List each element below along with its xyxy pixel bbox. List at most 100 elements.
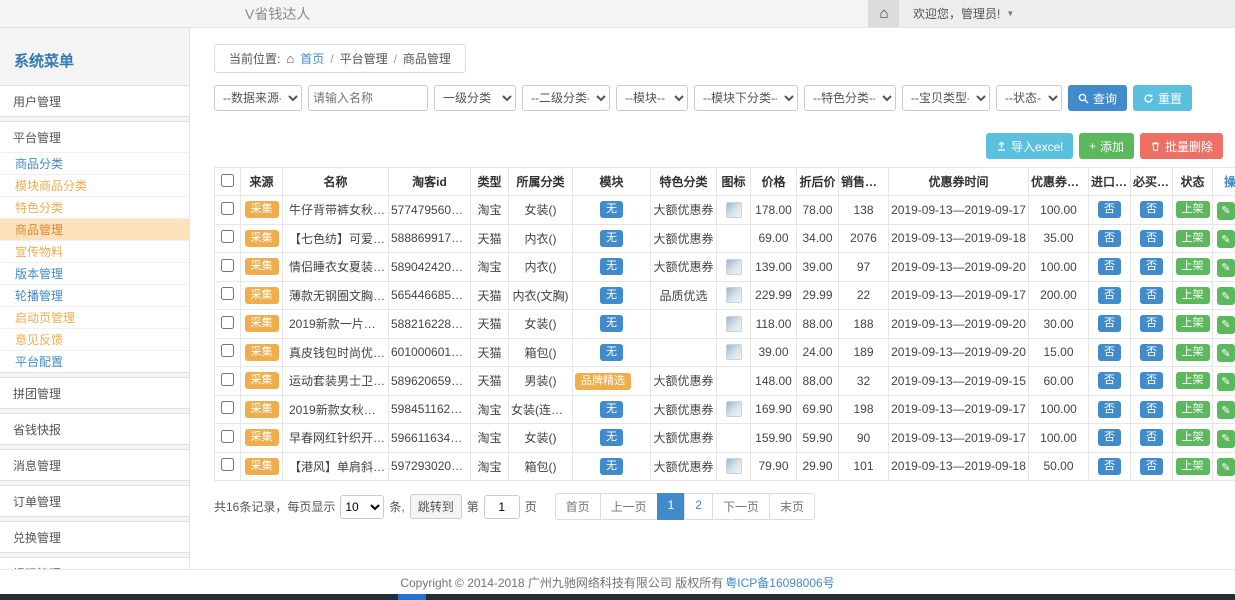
jump-button[interactable]: 跳转到 (410, 494, 462, 519)
module-badge[interactable]: 品牌精选 (575, 373, 631, 390)
module-badge[interactable]: 无 (600, 344, 623, 361)
sidebar-subitem-启动页管理[interactable]: 启动页管理 (0, 306, 189, 328)
sidebar-subitem-版本管理[interactable]: 版本管理 (0, 262, 189, 284)
status-badge[interactable]: 上架 (1176, 230, 1210, 247)
import-select-toggle[interactable]: 否 (1098, 401, 1121, 418)
filter-select-3[interactable]: --模块下分类-- (694, 85, 798, 111)
row-checkbox[interactable] (221, 259, 234, 272)
import-select-toggle[interactable]: 否 (1098, 315, 1121, 332)
must-buy-toggle[interactable]: 否 (1140, 287, 1163, 304)
edit-button[interactable]: ✎ (1217, 202, 1235, 220)
status-badge[interactable]: 上架 (1176, 401, 1210, 418)
must-buy-toggle[interactable]: 否 (1140, 344, 1163, 361)
sidebar-item-用户管理[interactable]: 用户管理 (0, 86, 189, 116)
select-all-checkbox[interactable] (221, 174, 234, 187)
add-button[interactable]: + 添加 (1079, 133, 1134, 159)
status-badge[interactable]: 上架 (1176, 458, 1210, 475)
must-buy-toggle[interactable]: 否 (1140, 401, 1163, 418)
edit-button[interactable]: ✎ (1217, 430, 1235, 448)
sidebar-item-兑换管理[interactable]: 兑换管理 (0, 522, 189, 552)
must-buy-toggle[interactable]: 否 (1140, 372, 1163, 389)
status-badge[interactable]: 上架 (1176, 201, 1210, 218)
reset-button[interactable]: 重置 (1133, 85, 1192, 111)
edit-button[interactable]: ✎ (1217, 316, 1235, 334)
row-checkbox[interactable] (221, 202, 234, 215)
status-badge[interactable]: 上架 (1176, 344, 1210, 361)
pager-button-下一页[interactable]: 下一页 (712, 493, 770, 520)
import-select-toggle[interactable]: 否 (1098, 258, 1121, 275)
must-buy-toggle[interactable]: 否 (1140, 429, 1163, 446)
edit-button[interactable]: ✎ (1217, 373, 1235, 391)
home-button[interactable]: ⌂ (869, 0, 899, 27)
must-buy-toggle[interactable]: 否 (1140, 315, 1163, 332)
row-checkbox[interactable] (221, 230, 234, 243)
must-buy-toggle[interactable]: 否 (1140, 258, 1163, 275)
import-select-toggle[interactable]: 否 (1098, 230, 1121, 247)
pager-button-首页[interactable]: 首页 (555, 493, 601, 520)
edit-button[interactable]: ✎ (1217, 401, 1235, 419)
pager-button-末页[interactable]: 末页 (769, 493, 815, 520)
sidebar-item-拼团管理[interactable]: 拼团管理 (0, 378, 189, 408)
filter-select-source[interactable]: --数据来源-- (214, 85, 302, 111)
row-checkbox[interactable] (221, 287, 234, 300)
filter-select-1[interactable]: --二级分类-- (522, 85, 610, 111)
module-badge[interactable]: 无 (600, 401, 623, 418)
sidebar-subitem-特色分类[interactable]: 特色分类 (0, 196, 189, 218)
edit-button[interactable]: ✎ (1217, 458, 1235, 476)
module-badge[interactable]: 无 (600, 258, 623, 275)
filter-select-0[interactable]: 一级分类 (434, 85, 516, 111)
pager-button-上一页[interactable]: 上一页 (600, 493, 658, 520)
search-button[interactable]: 查询 (1068, 85, 1127, 111)
filter-select-6[interactable]: --状态-- (996, 85, 1062, 111)
import-select-toggle[interactable]: 否 (1098, 458, 1121, 475)
filter-select-5[interactable]: --宝贝类型-- (902, 85, 990, 111)
sidebar-subitem-商品分类[interactable]: 商品分类 (0, 152, 189, 174)
status-badge[interactable]: 上架 (1176, 287, 1210, 304)
pager-button-1[interactable]: 1 (657, 493, 686, 520)
import-select-toggle[interactable]: 否 (1098, 344, 1121, 361)
row-checkbox[interactable] (221, 344, 234, 357)
edit-button[interactable]: ✎ (1217, 259, 1235, 277)
module-badge[interactable]: 无 (600, 429, 623, 446)
row-checkbox[interactable] (221, 401, 234, 414)
pager-button-2[interactable]: 2 (684, 493, 713, 520)
module-badge[interactable]: 无 (600, 458, 623, 475)
row-checkbox[interactable] (221, 458, 234, 471)
filter-select-2[interactable]: --模块-- (616, 85, 688, 111)
jump-page-input[interactable] (484, 495, 520, 519)
sidebar-item-消息管理[interactable]: 消息管理 (0, 450, 189, 480)
import-select-toggle[interactable]: 否 (1098, 429, 1121, 446)
sidebar-subitem-模块商品分类[interactable]: 模块商品分类 (0, 174, 189, 196)
module-badge[interactable]: 无 (600, 230, 623, 247)
user-menu[interactable]: 欢迎您，管理员! ▼ (899, 5, 1032, 22)
import-select-toggle[interactable]: 否 (1098, 287, 1121, 304)
sidebar-subitem-宣传物料[interactable]: 宣传物料 (0, 240, 189, 262)
edit-button[interactable]: ✎ (1217, 230, 1235, 248)
must-buy-toggle[interactable]: 否 (1140, 230, 1163, 247)
name-search-input[interactable] (308, 85, 428, 111)
sidebar-subitem-意见反馈[interactable]: 意见反馈 (0, 328, 189, 350)
import-excel-button[interactable]: 导入excel (986, 133, 1073, 159)
sidebar-subitem-平台配置[interactable]: 平台配置 (0, 350, 189, 372)
batch-delete-button[interactable]: 批量删除 (1140, 133, 1223, 159)
module-badge[interactable]: 无 (600, 315, 623, 332)
edit-button[interactable]: ✎ (1217, 344, 1235, 362)
icp-link[interactable]: 粤ICP备16098006号 (725, 574, 834, 591)
row-checkbox[interactable] (221, 430, 234, 443)
breadcrumb-home-link[interactable]: 首页 (300, 50, 324, 67)
status-badge[interactable]: 上架 (1176, 372, 1210, 389)
row-checkbox[interactable] (221, 316, 234, 329)
must-buy-toggle[interactable]: 否 (1140, 201, 1163, 218)
sidebar-item-省钱快报[interactable]: 省钱快报 (0, 414, 189, 444)
filter-select-4[interactable]: --特色分类-- (804, 85, 896, 111)
status-badge[interactable]: 上架 (1176, 258, 1210, 275)
module-badge[interactable]: 无 (600, 287, 623, 304)
edit-button[interactable]: ✎ (1217, 287, 1235, 305)
must-buy-toggle[interactable]: 否 (1140, 458, 1163, 475)
sidebar-item-订单管理[interactable]: 订单管理 (0, 486, 189, 516)
module-badge[interactable]: 无 (600, 201, 623, 218)
row-checkbox[interactable] (221, 373, 234, 386)
status-badge[interactable]: 上架 (1176, 429, 1210, 446)
sidebar-subitem-轮播管理[interactable]: 轮播管理 (0, 284, 189, 306)
sidebar-subitem-商品管理[interactable]: 商品管理 (0, 218, 189, 240)
